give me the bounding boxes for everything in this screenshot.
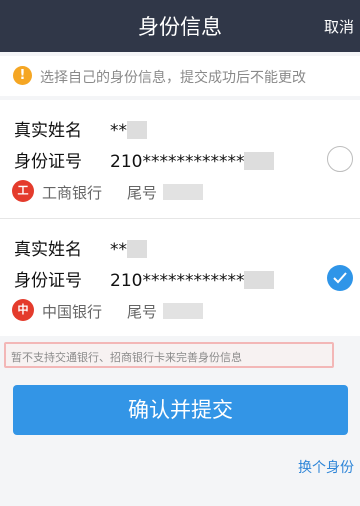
switch-identity-link[interactable]: 换个身份 [298,457,354,477]
cancel-button[interactable]: 取消 [324,16,354,37]
card-tail: 尾号 [127,182,204,203]
bank-name: 工商银行 [42,184,103,202]
identity-card-2[interactable]: 真实姓名 ** 身份证号 210************ 中 中国银行 尾号 [0,218,360,334]
tail-mask [163,303,204,319]
id-mask [244,271,275,289]
tail-label: 尾号 [127,184,158,202]
name-value: ** [110,121,127,141]
boc-logo-icon: 中 [12,299,34,321]
name-mask [127,121,147,139]
page-title: 身份信息 [138,15,222,39]
icbc-logo-icon: 工 [12,180,34,202]
id-label: 身份证号 [14,271,82,291]
id-value: 210************ [110,271,245,291]
tail-label: 尾号 [127,303,158,321]
identity-list: 真实姓名 ** 身份证号 210************ 工 工商银行 尾号 真实姓… [0,100,360,336]
id-label: 身份证号 [14,152,82,172]
select-radio-1[interactable] [327,146,353,172]
id-row: 身份证号 210************ [14,266,275,291]
notice-text: 选择自己的身份信息，提交成功后不能更改 [40,70,306,86]
bank-name: 中国银行 [42,303,103,321]
id-value: 210************ [110,152,245,172]
top-bar: 身份信息 取消 [0,0,360,52]
name-mask [127,240,147,258]
id-row: 身份证号 210************ [14,147,275,172]
notice-bar: ! 选择自己的身份信息，提交成功后不能更改 [0,56,360,96]
identity-card-1[interactable]: 真实姓名 ** 身份证号 210************ 工 工商银行 尾号 [0,100,360,216]
name-value: ** [110,240,127,260]
confirm-submit-button[interactable]: 确认并提交 [13,385,348,435]
unsupported-banks-note: 暂不支持交通银行、招商银行卡来完善身份信息 [4,342,334,368]
name-row: 真实姓名 ** [14,116,147,141]
id-mask [244,152,275,170]
warning-icon: ! [13,66,32,85]
unsupported-text: 暂不支持交通银行、招商银行卡来完善身份信息 [11,351,242,364]
select-radio-2[interactable] [327,265,353,291]
name-label: 真实姓名 [14,121,82,141]
card-tail: 尾号 [127,301,204,322]
name-row: 真实姓名 ** [14,235,147,260]
tail-mask [163,184,204,200]
checkmark-icon [333,272,347,284]
name-label: 真实姓名 [14,240,82,260]
